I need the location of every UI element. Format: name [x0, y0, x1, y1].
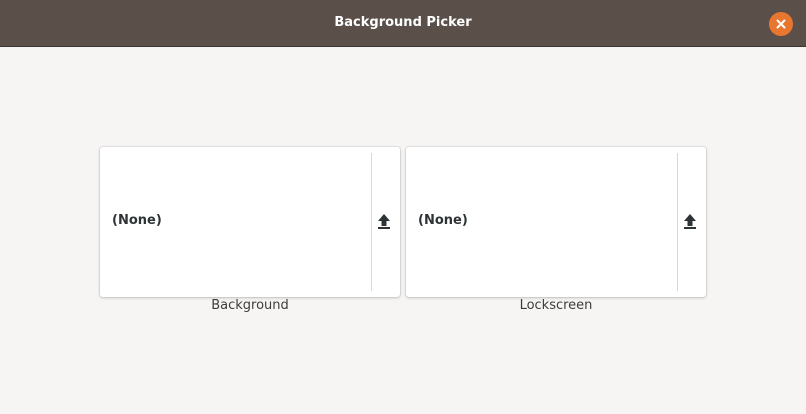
background-caption: Background — [211, 298, 289, 313]
upload-arrow-icon — [684, 214, 696, 229]
lockscreen-value: (None) — [418, 213, 468, 228]
window-title: Background Picker — [334, 15, 472, 30]
lockscreen-caption: Lockscreen — [519, 298, 593, 313]
background-upload-button[interactable] — [375, 210, 393, 232]
background-value: (None) — [112, 213, 162, 228]
upload-arrow-icon — [378, 214, 390, 229]
close-button[interactable] — [769, 12, 793, 36]
background-selector[interactable]: (None) — [100, 147, 400, 297]
lockscreen-upload-button[interactable] — [681, 210, 699, 232]
close-icon — [776, 19, 786, 29]
header-bar: Background Picker — [0, 0, 806, 47]
divider — [371, 153, 372, 291]
lockscreen-selector[interactable]: (None) — [406, 147, 706, 297]
divider — [677, 153, 678, 291]
